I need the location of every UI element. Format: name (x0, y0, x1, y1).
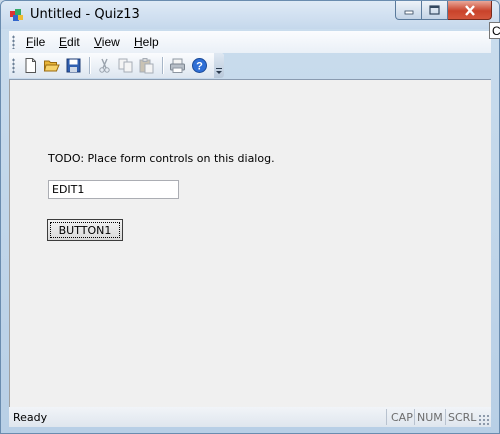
menu-edit[interactable]: Edit (59, 35, 80, 49)
svg-text:?: ? (196, 61, 203, 73)
menu-view-accel: V (94, 35, 102, 49)
close-icon (464, 4, 475, 16)
maximize-button[interactable] (422, 1, 448, 20)
print-icon[interactable] (169, 57, 186, 74)
maximize-icon (429, 5, 440, 15)
window-title: Untitled - Quiz13 (30, 7, 140, 22)
save-icon[interactable] (65, 57, 82, 74)
menu-file[interactable]: File (26, 35, 45, 49)
menu-help-accel: H (134, 35, 143, 49)
toolbar-separator (162, 57, 163, 74)
menu-help-label: elp (142, 35, 159, 49)
tooltip-fragment: C (489, 22, 500, 39)
paste-icon[interactable] (138, 57, 155, 74)
new-file-icon[interactable] (22, 57, 39, 74)
caps-lock-indicator: CAP (391, 411, 413, 424)
scroll-lock-indicator: SCRL (448, 411, 477, 424)
app-window: Untitled - Quiz13 File Edit View Help ? … (0, 0, 500, 434)
menu-bar: File Edit View Help (9, 31, 491, 53)
edit1-field[interactable]: EDIT1 (48, 180, 179, 199)
num-lock-indicator: NUM (417, 411, 443, 424)
toolbar-overflow-icon (216, 68, 222, 74)
copy-icon[interactable] (117, 57, 134, 74)
toolbar-grip-icon[interactable] (12, 58, 15, 73)
minimize-button[interactable] (395, 1, 422, 20)
title-bar[interactable]: Untitled - Quiz13 (1, 1, 499, 29)
resize-grip-icon[interactable] (478, 414, 489, 425)
status-separator (414, 409, 415, 425)
dialog-client-area: TODO: Place form controls on this dialog… (9, 79, 491, 407)
status-separator (445, 409, 446, 425)
menu-edit-label: dit (67, 35, 80, 49)
button1[interactable]: BUTTON1 (47, 219, 123, 241)
menu-view[interactable]: View (94, 35, 120, 49)
close-button[interactable] (448, 1, 492, 20)
caption-buttons (395, 1, 492, 21)
toolbar-overflow-button[interactable] (214, 53, 224, 78)
menu-file-label: ile (33, 35, 46, 49)
menu-edit-accel: E (59, 35, 68, 49)
status-bar: Ready CAP NUM SCRL (9, 407, 491, 427)
menu-view-label: iew (101, 35, 120, 49)
status-separator (386, 409, 387, 425)
open-folder-icon[interactable] (43, 57, 60, 74)
status-ready-text: Ready (13, 411, 48, 424)
minimize-icon (404, 10, 413, 15)
focus-rectangle (50, 222, 120, 238)
menubar-grip-icon[interactable] (12, 35, 15, 49)
menu-help[interactable]: Help (134, 35, 159, 49)
cut-icon[interactable] (96, 57, 113, 74)
toolbar-separator (89, 57, 90, 74)
help-icon[interactable]: ? (191, 57, 208, 74)
standard-toolbar: ? (9, 53, 224, 78)
todo-label: TODO: Place form controls on this dialog… (48, 152, 275, 165)
app-icon[interactable] (9, 7, 25, 23)
